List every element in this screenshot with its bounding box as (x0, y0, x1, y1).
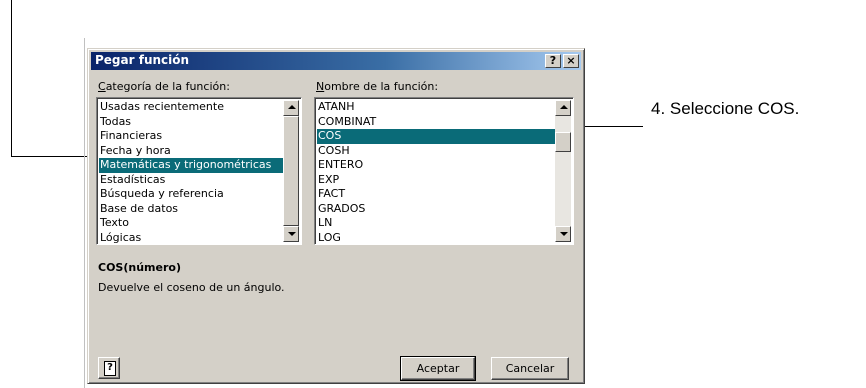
function-item[interactable]: EXP (317, 173, 557, 188)
scroll-thumb[interactable] (283, 116, 299, 226)
category-list: Usadas recientemente Todas Financieras F… (99, 100, 285, 245)
arrow-down-icon (560, 232, 568, 236)
scroll-up-button[interactable] (555, 100, 571, 116)
office-assistant-help-button[interactable]: ? (98, 357, 120, 379)
category-scrollbar[interactable] (283, 100, 299, 242)
cancel-button[interactable]: Cancelar (491, 357, 569, 380)
function-scrollbar[interactable] (555, 100, 571, 242)
function-item[interactable]: LN (317, 216, 557, 231)
function-item[interactable]: FACT (317, 187, 557, 202)
category-item[interactable]: Búsqueda y referencia (99, 187, 285, 202)
callout-step4-text: 4. Seleccione COS. (651, 99, 800, 118)
function-item[interactable]: ATANH (317, 100, 557, 115)
category-item-selected[interactable]: Matemáticas y trigonométricas (99, 158, 285, 173)
title-help-button[interactable]: ? (545, 54, 561, 68)
arrow-down-icon (288, 232, 296, 236)
category-item[interactable]: Estadísticas (99, 173, 285, 188)
category-item[interactable]: Financieras (99, 129, 285, 144)
function-description: Devuelve el coseno de un ángulo. (98, 281, 285, 294)
function-listbox[interactable]: ATANH COMBINAT COS COSH ENTERO EXP FACT … (314, 97, 574, 245)
paste-function-dialog: Pegar función ? × Categoría de la funció… (87, 48, 585, 384)
title-close-button[interactable]: × (563, 54, 579, 68)
category-listbox[interactable]: Usadas recientemente Todas Financieras F… (96, 97, 302, 245)
category-item[interactable]: Todas (99, 115, 285, 130)
ok-button[interactable]: Aceptar (400, 356, 476, 381)
scroll-thumb[interactable] (555, 132, 571, 152)
category-item[interactable]: Usadas recientemente (99, 100, 285, 115)
scroll-down-button[interactable] (283, 226, 299, 242)
close-icon: × (566, 54, 576, 67)
category-item[interactable]: Base de datos (99, 202, 285, 217)
category-item[interactable]: Lógicas (99, 231, 285, 245)
category-item[interactable]: Texto (99, 216, 285, 231)
function-name-label: Nombre de la función: (316, 80, 439, 93)
sheet-edge-line (84, 38, 85, 388)
scroll-down-button[interactable] (555, 226, 571, 242)
question-icon: ? (549, 54, 557, 67)
function-list: ATANH COMBINAT COS COSH ENTERO EXP FACT … (317, 100, 557, 245)
function-item[interactable]: COMBINAT (317, 115, 557, 130)
function-item-selected[interactable]: COS (317, 129, 557, 144)
category-label: Categoría de la función: (98, 80, 230, 93)
function-item[interactable]: GRADOS (317, 202, 557, 217)
function-item[interactable]: ENTERO (317, 158, 557, 173)
scroll-up-button[interactable] (283, 100, 299, 116)
function-item[interactable]: COSH (317, 144, 557, 159)
category-item[interactable]: Fecha y hora (99, 144, 285, 159)
function-signature: COS(número) (98, 261, 181, 274)
help-icon: ? (104, 361, 116, 376)
arrow-up-icon (288, 105, 296, 109)
arrow-up-icon (560, 105, 568, 109)
dialog-title: Pegar función (95, 53, 190, 67)
callout-line-left-vertical (11, 0, 12, 157)
dialog-title-bar[interactable]: Pegar función ? × (91, 52, 581, 70)
function-item[interactable]: LOG (317, 231, 557, 245)
